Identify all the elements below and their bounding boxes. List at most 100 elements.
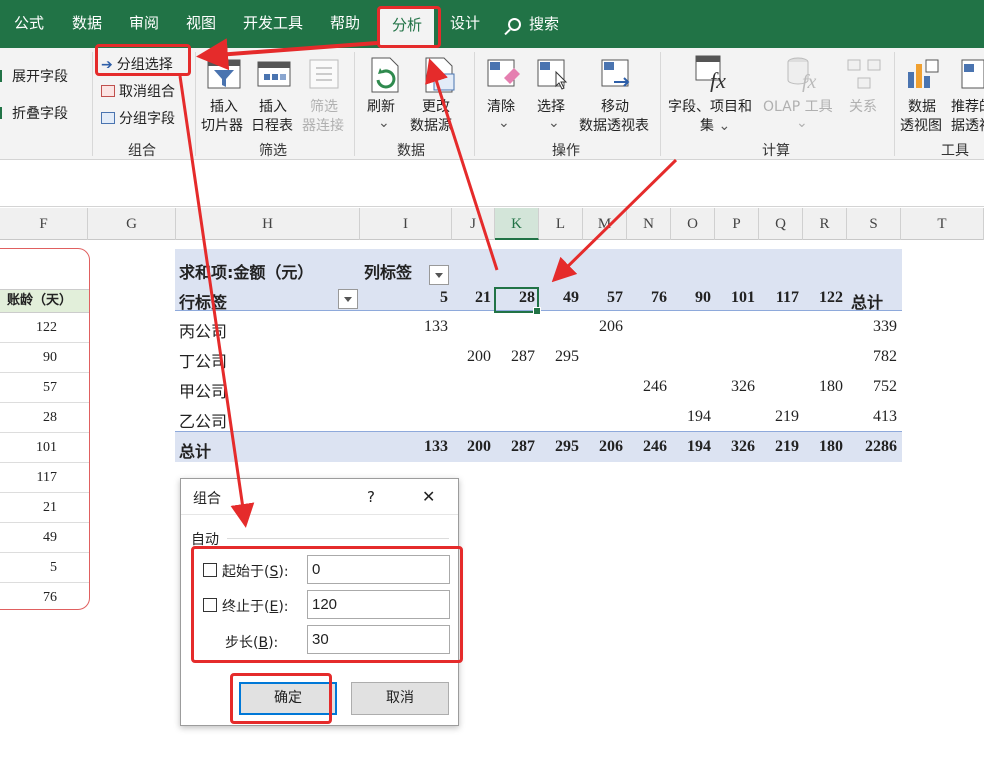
refresh-button[interactable]: 刷新 bbox=[367, 96, 395, 116]
pivot-column-header[interactable]: 101 bbox=[715, 289, 755, 307]
pivot-grand-total-cell[interactable]: 295 bbox=[539, 438, 579, 456]
age-cell[interactable]: 21 bbox=[0, 493, 89, 523]
select-dropdown-icon[interactable]: ⌄ bbox=[548, 115, 560, 131]
pivot-value-cell[interactable]: 219 bbox=[759, 408, 799, 426]
select-button[interactable]: 选择 bbox=[537, 96, 565, 116]
column-label-filter-dropdown[interactable] bbox=[429, 265, 449, 285]
selected-cell-k[interactable] bbox=[494, 287, 541, 315]
pivot-grand-total-cell[interactable]: 219 bbox=[759, 438, 799, 456]
age-cell[interactable]: 5 bbox=[0, 553, 89, 583]
change-data-source-button[interactable]: 更改 bbox=[422, 96, 450, 116]
pivot-column-header[interactable]: 49 bbox=[539, 289, 579, 307]
age-cell[interactable]: 49 bbox=[0, 523, 89, 553]
pivot-row-name[interactable]: 丙公司 bbox=[179, 318, 227, 342]
pivot-value-cell[interactable]: 326 bbox=[715, 378, 755, 396]
pivot-grand-total-cell[interactable]: 180 bbox=[803, 438, 843, 456]
age-cell[interactable]: 101 bbox=[0, 433, 89, 463]
pivot-value-cell[interactable]: 206 bbox=[583, 318, 623, 336]
column-header-p[interactable]: P bbox=[715, 208, 759, 240]
pivot-grand-total-cell[interactable]: 194 bbox=[671, 438, 711, 456]
age-cell[interactable]: 122 bbox=[0, 313, 89, 343]
pivot-grand-total-cell[interactable]: 133 bbox=[408, 438, 448, 456]
pivot-grand-total-cell[interactable]: 206 bbox=[583, 438, 623, 456]
pivot-value-cell[interactable]: 295 bbox=[539, 348, 579, 366]
pivot-value-cell[interactable]: 194 bbox=[671, 408, 711, 426]
pivot-column-header[interactable]: 122 bbox=[803, 289, 843, 307]
column-header-i[interactable]: I bbox=[360, 208, 452, 240]
row-label-filter-dropdown[interactable] bbox=[338, 289, 358, 309]
age-cell[interactable]: 90 bbox=[0, 343, 89, 373]
column-header-q[interactable]: Q bbox=[759, 208, 803, 240]
filter-connections-button[interactable]: 筛选 bbox=[310, 96, 338, 116]
close-icon[interactable]: ✕ bbox=[422, 487, 435, 506]
column-header-k[interactable]: K bbox=[495, 208, 539, 240]
ungroup-button[interactable]: 取消组合 bbox=[101, 81, 175, 101]
insert-timeline-button[interactable]: 插入 bbox=[259, 96, 287, 116]
column-header-o[interactable]: O bbox=[671, 208, 715, 240]
end-at-input[interactable]: 120 bbox=[307, 590, 450, 619]
pivot-column-header[interactable]: 90 bbox=[671, 289, 711, 307]
tab-formulas[interactable]: 公式 bbox=[14, 12, 44, 33]
cancel-button[interactable]: 取消 bbox=[351, 682, 449, 715]
tab-view[interactable]: 视图 bbox=[186, 12, 216, 33]
column-header-f[interactable]: F bbox=[0, 208, 88, 240]
group-selection-button[interactable]: ➔ 分组选择 bbox=[101, 54, 173, 74]
pivot-value-cell[interactable]: 200 bbox=[451, 348, 491, 366]
pivot-grand-total-cell[interactable]: 287 bbox=[495, 438, 535, 456]
pivot-grand-total-label[interactable]: 总计 bbox=[179, 438, 211, 462]
pivot-grand-total-cell[interactable]: 326 bbox=[715, 438, 755, 456]
pivot-column-label[interactable]: 列标签 bbox=[364, 259, 412, 283]
pivot-grand-total-cell[interactable]: 246 bbox=[627, 438, 667, 456]
olap-tools-button[interactable]: OLAP 工具 bbox=[763, 96, 833, 116]
pivot-row-name[interactable]: 丁公司 bbox=[179, 348, 227, 372]
expand-field-button[interactable]: 展开字段 bbox=[0, 66, 68, 86]
pivot-row-total[interactable]: 782 bbox=[857, 348, 897, 366]
group-field-button[interactable]: 分组字段 bbox=[101, 108, 175, 128]
tab-design[interactable]: 设计 bbox=[450, 12, 480, 33]
pivot-value-title[interactable]: 求和项:金额（元） bbox=[179, 259, 313, 283]
pivot-grand-total-cell[interactable]: 200 bbox=[451, 438, 491, 456]
column-header-n[interactable]: N bbox=[627, 208, 671, 240]
pivot-column-header[interactable]: 5 bbox=[408, 289, 448, 307]
end-at-checkbox[interactable] bbox=[203, 598, 217, 612]
pivot-column-header[interactable]: 117 bbox=[759, 289, 799, 307]
tab-developer[interactable]: 开发工具 bbox=[243, 12, 303, 33]
pivot-value-cell[interactable]: 246 bbox=[627, 378, 667, 396]
pivot-column-header[interactable]: 21 bbox=[451, 289, 491, 307]
pivot-value-cell[interactable]: 133 bbox=[408, 318, 448, 336]
collapse-field-button[interactable]: 折叠字段 bbox=[0, 103, 68, 123]
clear-button[interactable]: 清除 bbox=[487, 96, 515, 116]
clear-dropdown-icon[interactable]: ⌄ bbox=[498, 115, 510, 131]
pivot-value-cell[interactable]: 180 bbox=[803, 378, 843, 396]
pivot-column-header[interactable]: 57 bbox=[583, 289, 623, 307]
column-header-m[interactable]: M bbox=[583, 208, 627, 240]
column-header-r[interactable]: R bbox=[803, 208, 847, 240]
step-input[interactable]: 30 bbox=[307, 625, 450, 654]
column-header-h[interactable]: H bbox=[176, 208, 360, 240]
age-cell[interactable]: 57 bbox=[0, 373, 89, 403]
help-icon[interactable]: ? bbox=[367, 488, 375, 506]
column-header-t[interactable]: T bbox=[901, 208, 984, 240]
pivot-row-label[interactable]: 行标签 bbox=[179, 289, 227, 313]
column-header-g[interactable]: G bbox=[88, 208, 176, 240]
tab-data[interactable]: 数据 bbox=[72, 12, 102, 33]
pivot-row-total[interactable]: 413 bbox=[857, 408, 897, 426]
recommended-pivot-button[interactable]: 推荐的 bbox=[951, 96, 984, 116]
start-at-input[interactable]: 0 bbox=[307, 555, 450, 584]
pivot-total-header[interactable]: 总计 bbox=[851, 289, 883, 313]
fields-dropdown-icon[interactable]: ⌄ bbox=[714, 118, 730, 134]
fields-items-sets-button[interactable]: 字段、项目和 bbox=[668, 96, 752, 116]
pivot-row-name[interactable]: 乙公司 bbox=[179, 408, 227, 432]
column-header-s[interactable]: S bbox=[847, 208, 901, 240]
age-header[interactable]: 账龄（天） bbox=[0, 289, 89, 313]
olap-dropdown-icon[interactable]: ⌄ bbox=[796, 115, 808, 131]
pivot-chart-button[interactable]: 数据 bbox=[908, 96, 936, 116]
age-cell[interactable]: 28 bbox=[0, 403, 89, 433]
tab-help[interactable]: 帮助 bbox=[330, 12, 360, 33]
column-header-j[interactable]: J bbox=[452, 208, 495, 240]
move-pivot-button[interactable]: 移动 bbox=[601, 96, 629, 116]
start-at-checkbox[interactable] bbox=[203, 563, 217, 577]
ok-button[interactable]: 确定 bbox=[239, 682, 337, 715]
relationships-button[interactable]: 关系 bbox=[849, 96, 877, 116]
pivot-row-name[interactable]: 甲公司 bbox=[179, 378, 227, 402]
